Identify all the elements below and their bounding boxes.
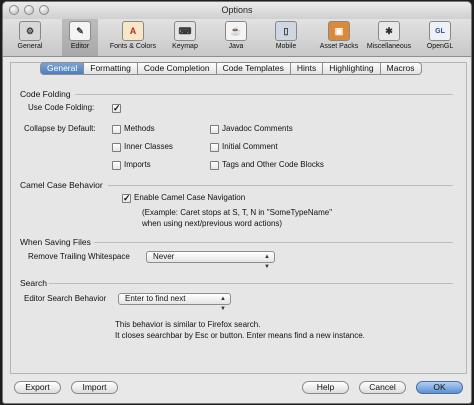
camel-case-navigation-label: Enable Camel Case Navigation	[134, 193, 246, 202]
toolbar-fonts-colors-label: Fonts & Colors	[109, 43, 157, 50]
tab-code-templates[interactable]: Code Templates	[216, 62, 291, 75]
camel-case-example-line2: when using next/previous word actions)	[142, 219, 283, 228]
title-bar: Options	[3, 2, 471, 20]
methods-label: Methods	[124, 124, 155, 133]
ok-button[interactable]: OK	[416, 381, 463, 394]
toolbar-java-label: Java	[228, 43, 244, 50]
tab-formatting[interactable]: Formatting	[84, 62, 138, 75]
toolbar-opengl[interactable]: GL OpenGL	[423, 19, 457, 56]
code-folding-heading: Code Folding	[20, 89, 71, 99]
code-folding-divider	[75, 94, 453, 95]
toolbar-editor-label: Editor	[70, 43, 90, 50]
trailing-whitespace-label: Remove Trailing Whitespace	[28, 252, 130, 261]
search-divider	[49, 283, 453, 284]
toolbar-mobile[interactable]: ▯ Mobile	[269, 19, 303, 56]
help-button[interactable]: Help	[302, 381, 349, 394]
javadoc-comments-checkbox[interactable]	[210, 125, 219, 134]
toolbar-asset-packs[interactable]: ▣ Asset Packs	[316, 19, 362, 56]
tab-code-completion[interactable]: Code Completion	[137, 62, 217, 75]
java-icon: ☕	[225, 21, 247, 41]
search-heading: Search	[20, 278, 47, 288]
cancel-button[interactable]: Cancel	[359, 381, 406, 394]
toolbar-keymap-label: Keymap	[172, 43, 198, 50]
zoom-window-button[interactable]	[39, 5, 49, 15]
mobile-icon: ▯	[275, 21, 297, 41]
tab-macros[interactable]: Macros	[380, 62, 422, 75]
toolbar-miscellaneous-label: Miscellaneous	[366, 43, 412, 50]
window-controls	[9, 5, 49, 15]
use-code-folding-checkbox[interactable]: ✓	[112, 104, 121, 113]
imports-checkbox[interactable]	[112, 161, 121, 170]
toolbar-mobile-label: Mobile	[275, 43, 297, 50]
editor-tabs: General Formatting Code Completion Code …	[40, 62, 422, 75]
inner-classes-label: Inner Classes	[124, 142, 173, 151]
collapse-by-default-label: Collapse by Default:	[24, 124, 96, 133]
initial-comment-label: Initial Comment	[222, 142, 278, 151]
camel-case-heading: Camel Case Behavior	[20, 180, 103, 190]
search-note-line2: It closes searchbar by Esc or button. En…	[115, 331, 365, 340]
imports-label: Imports	[124, 160, 151, 169]
miscellaneous-icon: ✱	[378, 21, 400, 41]
tags-other-code-blocks-checkbox[interactable]	[210, 161, 219, 170]
opengl-icon: GL	[429, 21, 451, 41]
close-window-button[interactable]	[9, 5, 19, 15]
toolbar-miscellaneous[interactable]: ✱ Miscellaneous	[365, 19, 413, 56]
editor-search-behavior-label: Editor Search Behavior	[24, 294, 107, 303]
asset-packs-icon: ▣	[328, 21, 350, 41]
camel-case-navigation-checkbox[interactable]: ✓	[122, 194, 131, 203]
tab-hints[interactable]: Hints	[290, 62, 324, 75]
methods-checkbox[interactable]	[112, 125, 121, 134]
trailing-whitespace-value: Never	[153, 252, 175, 261]
toolbar-editor[interactable]: ✎ Editor	[62, 19, 98, 56]
tab-highlighting[interactable]: Highlighting	[323, 62, 381, 75]
initial-comment-checkbox[interactable]	[210, 143, 219, 152]
fonts-colors-icon: A	[122, 21, 144, 41]
toolbar-java[interactable]: ☕ Java	[221, 19, 251, 56]
general-gear-icon: ⚙	[19, 21, 41, 41]
tags-other-code-blocks-label: Tags and Other Code Blocks	[222, 160, 324, 169]
select-arrows-icon: ▲ ▼	[264, 254, 270, 270]
toolbar-fonts-colors[interactable]: A Fonts & Colors	[107, 19, 159, 56]
trailing-whitespace-select[interactable]: Never ▲ ▼	[146, 251, 275, 270]
options-window: Options ⚙ General ✎ Editor A Fonts & Col…	[2, 1, 472, 404]
window-title: Options	[221, 5, 253, 15]
javadoc-comments-label: Javadoc Comments	[222, 124, 293, 133]
minimize-window-button[interactable]	[24, 5, 34, 15]
use-code-folding-label: Use Code Folding:	[28, 103, 95, 112]
tab-general[interactable]: General	[40, 62, 85, 75]
editor-search-behavior-value: Enter to find next	[125, 294, 186, 303]
search-note-line1: This behavior is similar to Firefox sear…	[115, 320, 261, 329]
camel-case-example-line1: (Example: Caret stops at S, T, N in "Som…	[142, 208, 333, 217]
category-toolbar: ⚙ General ✎ Editor A Fonts & Colors ⌨ Ke…	[3, 19, 471, 57]
editor-search-behavior-select[interactable]: Enter to find next ▲ ▼	[118, 293, 231, 312]
inner-classes-checkbox[interactable]	[112, 143, 121, 152]
editor-icon: ✎	[69, 21, 91, 41]
toolbar-general[interactable]: ⚙ General	[9, 19, 51, 56]
import-button[interactable]: Import	[71, 381, 118, 394]
toolbar-general-label: General	[17, 43, 43, 50]
keymap-icon: ⌨	[174, 21, 196, 41]
saving-heading: When Saving Files	[20, 237, 91, 247]
saving-divider	[94, 242, 453, 243]
select-arrows-icon: ▲ ▼	[220, 296, 226, 312]
toolbar-asset-packs-label: Asset Packs	[319, 43, 359, 50]
camel-case-divider	[108, 185, 453, 186]
toolbar-opengl-label: OpenGL	[426, 43, 454, 50]
export-button[interactable]: Export	[14, 381, 61, 394]
toolbar-keymap[interactable]: ⌨ Keymap	[167, 19, 203, 56]
